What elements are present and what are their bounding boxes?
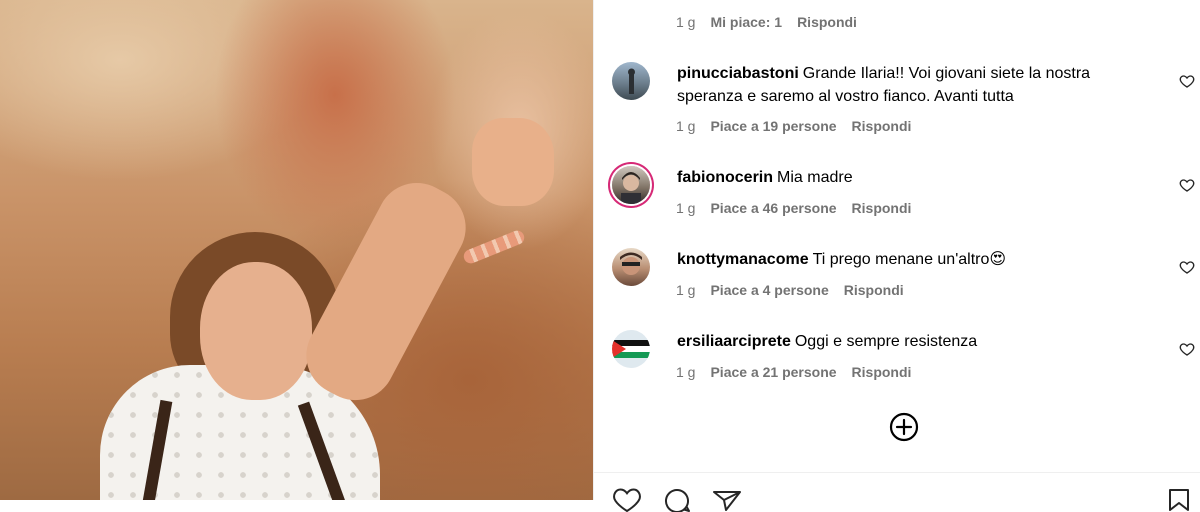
heart-outline-icon[interactable] [1179, 177, 1195, 193]
bookmark-icon[interactable] [1164, 488, 1194, 512]
avatar-face-icon [621, 172, 641, 204]
comment-icon[interactable] [662, 488, 692, 512]
comment-likes-link[interactable]: Piace a 19 persone [710, 118, 836, 134]
comment-age: 1 g [676, 14, 696, 30]
comment-username[interactable]: fabionocerin [677, 169, 773, 186]
photo-raised-fist [472, 118, 554, 206]
send-icon[interactable] [712, 488, 742, 512]
palestine-flag-icon [612, 340, 650, 358]
avatar[interactable] [612, 330, 650, 368]
comment-meta: 1 g Mi piace: 1 Rispondi [676, 14, 857, 30]
post-photo[interactable] [0, 0, 593, 500]
comment-age: 1 g [676, 282, 696, 298]
avatar[interactable] [612, 166, 650, 204]
comment-likes-link[interactable]: Mi piace: 1 [710, 14, 782, 30]
comment-text: knottymanacome Ti prego menane un'altro😍 [677, 248, 1147, 271]
comment-reply-button[interactable]: Rispondi [852, 364, 912, 380]
avatar[interactable] [612, 248, 650, 286]
comment-likes-link[interactable]: Piace a 46 persone [710, 200, 836, 216]
comment-meta: 1 g Piace a 4 persone Rispondi [676, 282, 904, 298]
heart-outline-icon[interactable] [1179, 259, 1195, 275]
comments-panel: 1 g Mi piace: 1 Rispondi pinucciabastoni… [593, 0, 1200, 512]
comment-meta: 1 g Piace a 46 persone Rispondi [676, 200, 911, 216]
heart-icon[interactable] [612, 488, 642, 512]
comment-meta: 1 g Piace a 21 persone Rispondi [676, 364, 911, 380]
comment-username[interactable]: knottymanacome [677, 251, 809, 268]
plus-circle-icon[interactable] [888, 411, 920, 443]
comment-age: 1 g [676, 364, 696, 380]
avatar-figure-icon [628, 68, 635, 94]
comment-likes-link[interactable]: Piace a 21 persone [710, 364, 836, 380]
comment-reply-button[interactable]: Rispondi [852, 118, 912, 134]
comment-meta: 1 g Piace a 19 persone Rispondi [676, 118, 911, 134]
comment-reply-button[interactable]: Rispondi [844, 282, 904, 298]
comment-body: Mia madre [777, 169, 853, 186]
heart-outline-icon[interactable] [1179, 73, 1195, 89]
actions-divider [594, 472, 1200, 473]
comment-username[interactable]: ersiliaarciprete [677, 333, 791, 350]
comment-username[interactable]: pinucciabastoni [677, 65, 799, 82]
comment-reply-button[interactable]: Rispondi [797, 14, 857, 30]
comment-text: ersiliaarciprete Oggi e sempre resistenza [677, 330, 1147, 353]
comment-reply-button[interactable]: Rispondi [852, 200, 912, 216]
comment-age: 1 g [676, 200, 696, 216]
comment-body: Oggi e sempre resistenza [794, 333, 978, 350]
comment-text: pinucciabastoni Grande Ilaria!! Voi giova… [677, 62, 1147, 108]
comment-body: Ti prego menane un'altro😍 [812, 251, 1007, 268]
comment-likes-link[interactable]: Piace a 4 persone [710, 282, 828, 298]
comment-age: 1 g [676, 118, 696, 134]
comment-text: fabionocerin Mia madre [677, 166, 1147, 189]
photo-bracelet [461, 228, 527, 266]
heart-outline-icon[interactable] [1179, 341, 1195, 357]
avatar[interactable] [612, 62, 650, 100]
avatar-face-icon [620, 252, 642, 275]
photo-face [200, 262, 312, 400]
